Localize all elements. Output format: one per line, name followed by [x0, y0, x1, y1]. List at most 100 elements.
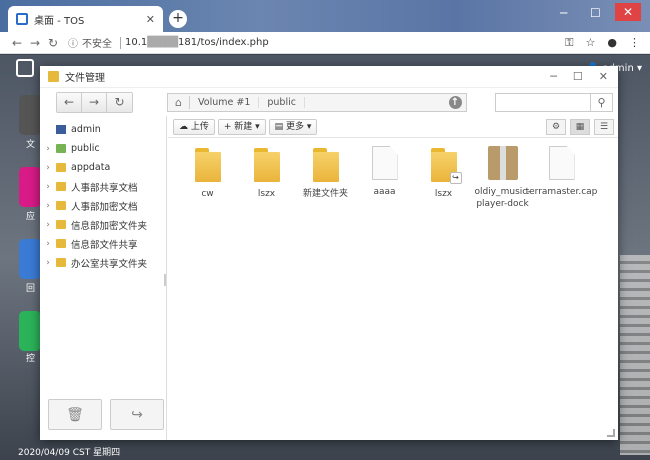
tree-item-label: admin — [71, 124, 101, 135]
tree-list: admin › public › appdata › 人事部共享文档 › 人事部加密文档… — [40, 116, 166, 272]
up-level-icon[interactable]: ↑ — [444, 95, 466, 109]
document-icon — [371, 146, 398, 180]
back-button[interactable]: ← — [57, 92, 82, 112]
tos-logo-icon[interactable] — [16, 59, 34, 77]
reload-icon[interactable]: ↻ — [44, 36, 62, 50]
home-icon[interactable]: ⌂ — [168, 95, 190, 109]
minimize-icon[interactable]: ─ — [560, 6, 567, 20]
dock-recycle-icon[interactable] — [19, 239, 41, 279]
tree-item-hr-encrypted[interactable]: › 人事部加密文档 — [40, 196, 166, 215]
expand-icon[interactable]: › — [40, 239, 56, 249]
file-name: aaaa — [373, 187, 396, 197]
wallpaper-books — [620, 255, 650, 455]
tree-item-hr-shared[interactable]: › 人事部共享文档 — [40, 177, 166, 196]
list-view-icon[interactable]: ☰ — [594, 119, 614, 135]
file-grid: cw lszx 新建文件夹 aaaa ↪ lszx oldiy_music-pl… — [178, 146, 597, 210]
dock-apps-icon[interactable] — [19, 167, 41, 207]
tree-item-label: 人事部共享文档 — [71, 182, 138, 194]
package-icon — [487, 146, 518, 180]
address-bar[interactable]: 10.1████181/tos/index.php — [125, 37, 269, 48]
forward-icon[interactable]: → — [26, 36, 44, 50]
insecure-label: 不安全 — [82, 39, 112, 50]
file-name: lszx — [434, 189, 453, 199]
star-icon[interactable]: ☆ — [586, 36, 596, 50]
window-titlebar[interactable]: 文件管理 ─ ☐ ✕ — [40, 66, 618, 88]
close-window-icon[interactable]: ✕ — [615, 3, 642, 21]
expand-icon[interactable]: › — [40, 258, 56, 268]
file-name: oldiy_music-player-dock — [474, 187, 531, 209]
expand-icon[interactable]: › — [40, 163, 56, 173]
tree-item-office-shared[interactable]: › 办公室共享文件夹 — [40, 253, 166, 272]
tree-item-public[interactable]: › public — [40, 139, 166, 158]
breadcrumb-volume[interactable]: Volume #1 — [190, 96, 260, 108]
view-buttons: ⚙ ▦ ☰ — [546, 119, 614, 135]
window-controls: ─ ☐ ✕ — [550, 70, 608, 83]
expand-icon[interactable]: › — [40, 144, 56, 154]
file-item[interactable]: 新建文件夹 — [296, 146, 355, 210]
breadcrumb-public[interactable]: public — [259, 96, 305, 108]
expand-icon[interactable]: › — [40, 182, 56, 192]
expand-icon[interactable]: › — [40, 201, 56, 211]
more-button[interactable]: ▤ 更多 ▾ — [268, 118, 318, 135]
tree-item-label: 办公室共享文件夹 — [71, 258, 148, 270]
file-item[interactable]: ↪ lszx — [414, 146, 473, 210]
browser-toolbar: ← → ↻ ⓘ 不安全 10.1████181/tos/index.php ⚿ … — [0, 32, 650, 54]
expand-icon[interactable]: › — [40, 220, 56, 230]
browser-tab[interactable]: 桌面 - TOS ✕ — [8, 6, 163, 32]
file-item[interactable]: terramaster.cap — [526, 146, 597, 210]
settings-icon[interactable]: ⚙ — [546, 119, 566, 135]
folder-icon — [48, 71, 59, 82]
folder-icon — [56, 239, 66, 248]
dock-file-manager-icon[interactable] — [19, 95, 41, 135]
new-button[interactable]: + 新建 ▾ — [217, 118, 266, 135]
tree-item-label: public — [71, 143, 100, 154]
close-icon[interactable]: ✕ — [599, 70, 608, 83]
folder-icon — [56, 182, 66, 191]
tree-item-it-encrypted[interactable]: › 信息部加密文件夹 — [40, 215, 166, 234]
minimize-icon[interactable]: ─ — [550, 70, 557, 83]
folder-icon — [56, 201, 66, 210]
menu-icon[interactable]: ⋮ — [629, 36, 640, 50]
file-item[interactable]: aaaa — [355, 146, 414, 210]
tab-close-icon[interactable]: ✕ — [146, 13, 155, 26]
more-label: 更多 ▾ — [286, 121, 312, 132]
account-icon[interactable]: ● — [607, 36, 617, 50]
trash-button[interactable]: 🗑 — [48, 399, 102, 430]
info-icon[interactable]: ⓘ — [68, 35, 78, 50]
folder-icon — [312, 146, 340, 182]
tree-item-it-shared[interactable]: › 信息部文件共享 — [40, 234, 166, 253]
back-icon[interactable]: ← — [8, 36, 26, 50]
sidebar-resize-handle[interactable] — [164, 274, 166, 286]
maximize-icon[interactable]: ☐ — [573, 70, 583, 83]
search-icon[interactable]: ⚲ — [590, 93, 612, 111]
url-prefix: 10.1 — [125, 37, 148, 48]
tree-item-appdata[interactable]: › appdata — [40, 158, 166, 177]
file-item[interactable]: cw — [178, 146, 237, 210]
grid-view-icon[interactable]: ▦ — [570, 119, 590, 135]
user-folder-icon — [56, 125, 66, 134]
divider — [120, 36, 121, 49]
search-box: ⚲ — [495, 92, 613, 112]
shortcut-icon: ↪ — [449, 172, 462, 184]
tree-item-label: 信息部加密文件夹 — [71, 220, 148, 232]
file-item[interactable]: oldiy_music-player-dock — [473, 146, 532, 210]
new-tab-button[interactable]: + — [169, 10, 187, 28]
key-icon[interactable]: ⚿ — [565, 36, 573, 50]
dock-control-panel-icon[interactable] — [19, 311, 41, 351]
file-name: lszx — [257, 189, 276, 199]
tree-item-admin[interactable]: admin — [40, 120, 166, 139]
refresh-button[interactable]: ↻ — [107, 92, 132, 112]
forward-button[interactable]: → — [82, 92, 107, 112]
document-icon — [548, 146, 575, 180]
navigation-bar: ← → ↻ ⌂ Volume #1 public ↑ ⚲ — [40, 88, 618, 116]
window-resize-handle[interactable] — [607, 429, 615, 437]
shared-folder-icon — [56, 144, 66, 153]
maximize-icon[interactable]: ☐ — [590, 6, 601, 20]
desktop-date: 2020/04/09 CST 星期四 — [18, 448, 121, 458]
tab-title: 桌面 - TOS — [34, 15, 85, 27]
upload-button[interactable]: ☁ 上传 — [173, 118, 215, 135]
file-item[interactable]: lszx — [237, 146, 296, 210]
file-name: 新建文件夹 — [302, 189, 348, 199]
share-button[interactable]: ↪ — [110, 399, 164, 430]
search-input[interactable] — [496, 93, 590, 111]
